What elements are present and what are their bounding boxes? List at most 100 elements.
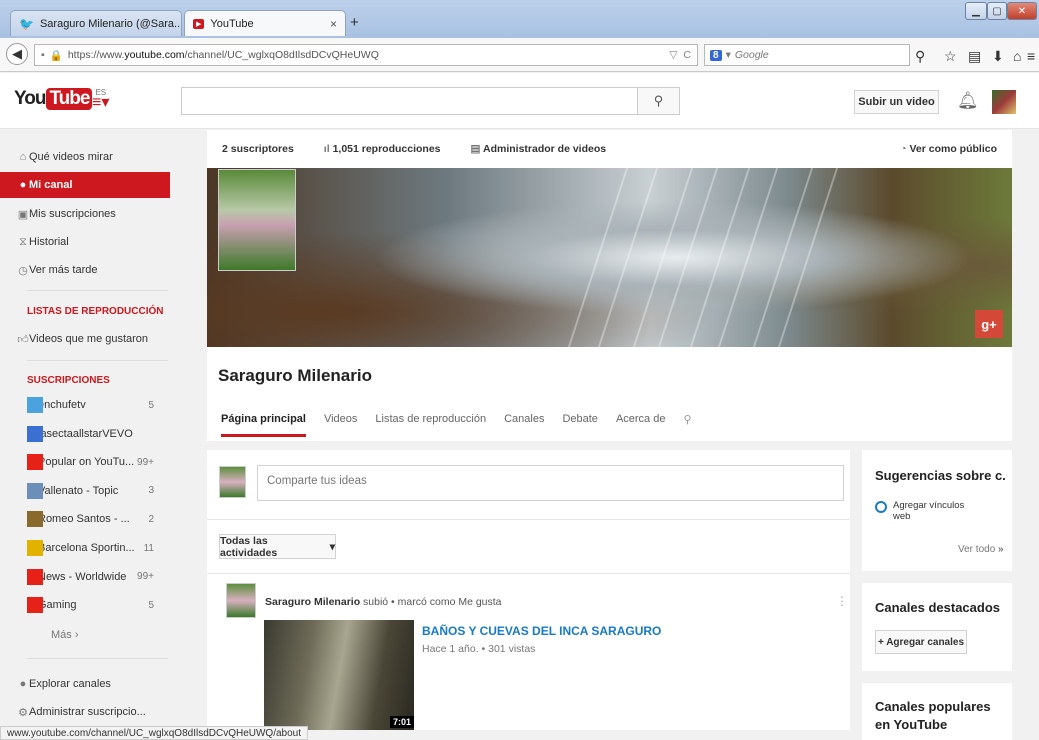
youtube-favicon-icon: ▶: [193, 18, 205, 29]
download-icon[interactable]: ⬇: [992, 48, 1004, 65]
subscription-name: lasectaallstarVEVO: [38, 427, 133, 440]
circle-icon: [875, 501, 887, 513]
video-manager-link[interactable]: ▤ Administrador de videos: [471, 143, 607, 155]
subscriber-count: 2 suscriptores: [222, 143, 294, 155]
menu-icon[interactable]: ≡: [1027, 48, 1035, 64]
channel-thumbnail-icon: [27, 540, 43, 556]
divider: [207, 519, 850, 520]
tab-youtube[interactable]: ▶ YouTube ×: [184, 10, 346, 36]
view-count: ıl 1,051 reproducciones: [323, 143, 441, 155]
search-button[interactable]: ⚲: [637, 87, 680, 115]
subscriptions-heading[interactable]: SUSCRIPCIONES: [27, 375, 110, 386]
sidebar-item-explore-channels[interactable]: ● Explorar canales: [0, 671, 170, 697]
browser-nav-bar: ◀ ▪ 🔒 https://www.youtube.com/channel/UC…: [0, 38, 1039, 72]
subscription-name: Gaming: [38, 599, 77, 612]
see-all-link[interactable]: Ver todo »: [958, 544, 1004, 555]
channel-search-icon[interactable]: ⚲: [683, 413, 691, 437]
video-thumbnail[interactable]: [264, 620, 414, 730]
subscription-name: News - Worldwide: [38, 570, 127, 583]
avatar[interactable]: [992, 90, 1016, 114]
new-count-badge: 5: [148, 399, 154, 411]
chevron-down-icon: ▾: [329, 540, 335, 553]
home-icon[interactable]: ⌂: [1013, 48, 1021, 64]
sidebar-item-ver-mas-tarde[interactable]: ◷ Ver más tarde: [0, 257, 170, 283]
google-icon: 8: [710, 49, 722, 61]
tab-saraguro-twitter[interactable]: 🐦 Saraguro Milenario (@Sara... ×: [10, 10, 182, 36]
new-count-badge: 11: [143, 542, 154, 554]
new-tab-button[interactable]: +: [350, 14, 359, 31]
activity-menu-icon[interactable]: ⋮: [836, 594, 848, 608]
upload-button[interactable]: Subir un video: [854, 90, 939, 114]
subscription-item[interactable]: enchufetv 5: [0, 393, 170, 417]
google-plus-icon[interactable]: g+: [975, 310, 1003, 338]
tab-canales[interactable]: Canales: [504, 413, 544, 437]
video-title-link[interactable]: BAÑOS Y CUEVAS DEL INCA SARAGURO: [422, 624, 661, 638]
activity-avatar[interactable]: [226, 583, 256, 618]
subscription-item[interactable]: Vallenato - Topic 3: [0, 479, 170, 503]
address-bar[interactable]: ▪ 🔒 https://www.youtube.com/channel/UC_w…: [34, 44, 698, 66]
bookmarks-list-icon[interactable]: ▤: [968, 48, 981, 65]
activity-description: Saraguro Milenario subió • marcó como Me…: [265, 596, 502, 608]
subscription-name: Vallenato - Topic: [38, 484, 119, 497]
search-input[interactable]: [181, 87, 638, 115]
sidebar-item-manage-subscriptions[interactable]: ⚙ Administrar suscripcio...: [0, 699, 170, 725]
explore-icon: ●: [19, 678, 27, 690]
notifications-bell-icon[interactable]: 🔔︎: [957, 91, 979, 111]
sidebar-item-historial[interactable]: ⧖ Historial: [0, 229, 170, 255]
subscription-item[interactable]: News - Worldwide 99+: [0, 565, 170, 589]
subscription-item[interactable]: lasectaallstarVEVO: [0, 422, 170, 446]
dropdown-icon[interactable]: ▽: [669, 49, 677, 61]
search-icon[interactable]: ⚲: [915, 48, 925, 65]
view-as-public-link[interactable]: ◔ Ver como público: [900, 143, 997, 155]
channel-icon-image[interactable]: [218, 169, 296, 271]
search-engine-dropdown-icon[interactable]: ▾: [726, 49, 731, 61]
add-web-links-link[interactable]: Agregar vínculos web: [893, 500, 973, 522]
new-count-badge: 5: [148, 599, 154, 611]
divider: [27, 360, 168, 361]
sidebar-item-liked-videos[interactable]: 👍︎ Videos que me gustaron: [0, 326, 170, 352]
close-window-button[interactable]: ✕: [1007, 2, 1037, 20]
maximize-button[interactable]: ▢: [987, 2, 1007, 20]
sidebar-item-mi-canal[interactable]: ● Mi canal: [0, 172, 170, 198]
subscription-item[interactable]: Popular on YouTu... 99+: [0, 450, 170, 474]
subscription-item[interactable]: Gaming 5: [0, 593, 170, 617]
subscription-item[interactable]: Romeo Santos - ... 2: [0, 507, 170, 531]
sidebar-item-mis-suscripciones[interactable]: ▣ Mis suscripciones: [0, 201, 170, 227]
tab-acerca-de[interactable]: Acerca de: [616, 413, 666, 437]
watch-later-icon: ◷: [18, 264, 28, 277]
avatar: [219, 466, 246, 498]
bookmark-star-icon[interactable]: ☆: [944, 48, 957, 65]
lock-icon: 🔒: [49, 49, 63, 62]
url-text: https://www.youtube.com/channel/UC_wglxq…: [67, 49, 379, 61]
guide-menu-icon[interactable]: ≡▾: [92, 92, 109, 112]
tab-pagina-principal[interactable]: Página principal: [221, 413, 306, 437]
tab-debate[interactable]: Debate: [562, 413, 597, 437]
minimize-button[interactable]: ▁: [965, 2, 987, 20]
new-count-badge: 99+: [137, 571, 154, 583]
more-subscriptions-link[interactable]: Más ›: [0, 623, 170, 647]
channel-title: Saraguro Milenario: [218, 366, 372, 385]
featured-channels-title: Canales destacados: [875, 600, 1001, 615]
video-duration: 7:01: [390, 716, 415, 728]
activity-filter-dropdown[interactable]: Todas las actividades ▾: [219, 534, 336, 559]
subscription-item[interactable]: Barcelona Sportin... 11: [0, 536, 170, 560]
subscriptions-icon: ▣: [17, 208, 29, 221]
channel-tabs: Página principal Videos Listas de reprod…: [221, 413, 692, 437]
tab-listas[interactable]: Listas de reproducción: [375, 413, 486, 437]
sidebar-item-que-videos-mirar[interactable]: ⌂ Qué videos mirar: [0, 144, 170, 170]
share-thoughts-input[interactable]: Comparte tus ideas: [257, 465, 844, 501]
tab-videos[interactable]: Videos: [324, 413, 357, 437]
twitter-bird-icon: 🐦: [19, 16, 34, 31]
browser-search-box[interactable]: 8 ▾ Google: [704, 44, 910, 66]
subscription-name: enchufetv: [38, 399, 86, 411]
scrollbar[interactable]: [1031, 130, 1039, 726]
add-channels-button[interactable]: + Agregar canales: [875, 630, 967, 654]
close-tab-icon[interactable]: ×: [330, 17, 337, 31]
back-button[interactable]: ◀: [6, 43, 28, 65]
popular-channels-title: Canales populares en YouTube: [875, 699, 991, 732]
video-manager-icon: ▤: [470, 143, 483, 155]
tab-label: Saraguro Milenario (@Sara...: [39, 17, 182, 30]
reload-icon[interactable]: C: [683, 49, 691, 61]
playlists-heading[interactable]: LISTAS DE REPRODUCCIÓN: [27, 306, 164, 317]
history-icon: ⧖: [19, 235, 27, 248]
